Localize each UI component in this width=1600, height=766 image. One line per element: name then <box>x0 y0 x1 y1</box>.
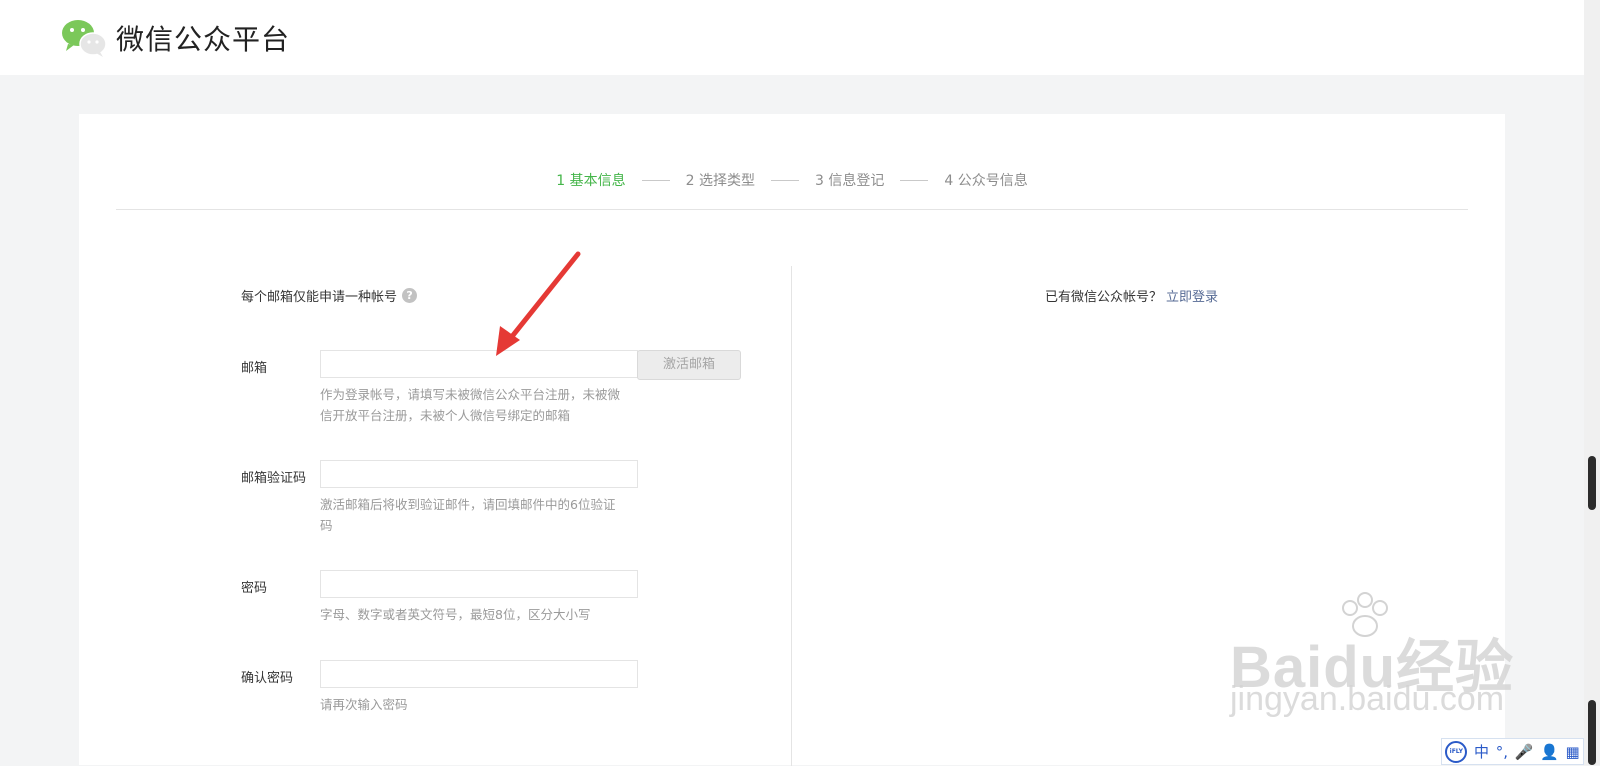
grid-icon[interactable]: ▦ <box>1565 743 1579 761</box>
email-notice-text: 每个邮箱仅能申请一种帐号 <box>241 290 398 305</box>
step-info-register: 3 信息登记 <box>815 173 885 189</box>
header-divider <box>116 209 1468 210</box>
verify-code-input[interactable] <box>320 460 638 488</box>
ime-punctuation-icon[interactable]: °, <box>1496 743 1508 761</box>
login-link[interactable]: 立即登录 <box>1166 290 1218 305</box>
step-connector <box>900 179 929 181</box>
login-hint: 已有微信公众帐号？ 立即登录 <box>1045 286 1218 305</box>
password-tips: 字母、数字或者英文符号，最短8位，区分大小写 <box>320 607 591 622</box>
scroll-thumb-secondary[interactable] <box>1588 700 1596 765</box>
password-input[interactable] <box>320 570 638 598</box>
watermark-sub: jingyan.baidu.com <box>1230 680 1505 718</box>
baidu-watermark: Baidu经验 jingyan.baidu.com <box>1230 590 1530 730</box>
password-label: 密码 <box>241 581 268 596</box>
confirm-password-label: 确认密码 <box>241 671 294 686</box>
iflytek-logo-icon[interactable]: iFLY <box>1445 740 1468 763</box>
top-bar: 微信公众平台 <box>0 0 1584 75</box>
email-tips: 作为登录帐号，请填写未被微信公众平台注册，未被微信开放平台注册，未被个人微信号绑… <box>320 387 621 423</box>
ime-toolbar: iFLY 中 °, 🎤 👤 ▦ <box>1441 738 1584 765</box>
brand-title: 微信公众平台 <box>116 23 291 56</box>
wechat-logo-icon <box>62 20 107 57</box>
step-indicator: 1 基本信息 2 选择类型 3 信息登记 4 公众号信息 <box>79 170 1505 190</box>
user-icon[interactable]: 👤 <box>1540 743 1559 761</box>
column-divider <box>791 266 792 766</box>
email-notice: 每个邮箱仅能申请一种帐号 ? <box>241 286 418 305</box>
confirm-password-input[interactable] <box>320 660 638 688</box>
step-connector <box>771 179 799 181</box>
step-account-info: 4 公众号信息 <box>944 173 1028 189</box>
activate-email-button[interactable]: 激活邮箱 <box>637 350 741 380</box>
scroll-thumb[interactable] <box>1588 456 1596 510</box>
step-select-type: 2 选择类型 <box>685 173 755 189</box>
login-hint-text: 已有微信公众帐号？ <box>1045 290 1163 305</box>
question-icon[interactable]: ? <box>402 288 418 303</box>
verify-code-tips: 激活邮箱后将收到验证邮件，请回填邮件中的6位验证码 <box>320 497 616 533</box>
microphone-icon[interactable]: 🎤 <box>1515 743 1534 761</box>
email-label: 邮箱 <box>241 361 268 376</box>
confirm-password-tips: 请再次输入密码 <box>320 697 408 712</box>
step-connector <box>641 179 670 181</box>
ime-chinese-mode[interactable]: 中 <box>1474 741 1489 762</box>
page-scrollbar[interactable] <box>1584 0 1600 765</box>
step-basic-info: 1 基本信息 <box>556 173 626 189</box>
verify-code-label: 邮箱验证码 <box>241 471 307 486</box>
email-input[interactable] <box>320 350 638 378</box>
